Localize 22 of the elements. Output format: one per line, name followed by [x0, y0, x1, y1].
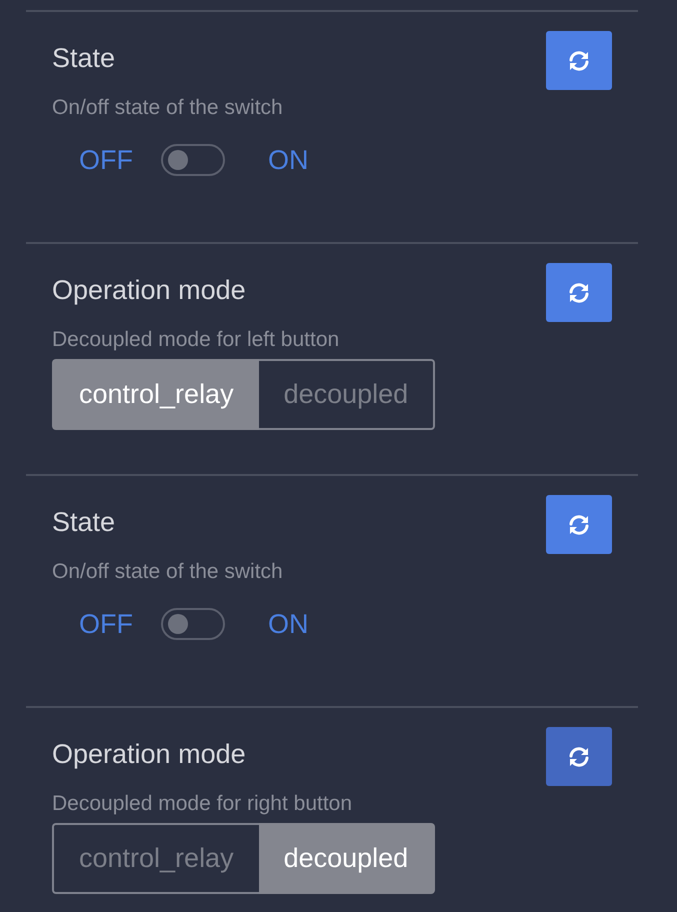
setting-description: On/off state of the switch: [52, 95, 283, 121]
refresh-button[interactable]: [546, 263, 612, 322]
segment-option[interactable]: control_relay: [52, 823, 259, 894]
toggle-switch[interactable]: [161, 144, 225, 176]
setting-description: Decoupled mode for left button: [52, 327, 340, 353]
setting-title: Operation mode: [52, 738, 247, 771]
off-label[interactable]: OFF: [79, 607, 133, 641]
on-label[interactable]: ON: [268, 143, 308, 177]
toggle-switch[interactable]: [161, 608, 225, 640]
refresh-button[interactable]: [546, 31, 612, 90]
segment-option[interactable]: decoupled: [258, 359, 436, 430]
segment-option[interactable]: decoupled: [258, 823, 436, 894]
refresh-button[interactable]: [546, 727, 612, 786]
setting-title: State: [52, 42, 116, 75]
off-label[interactable]: OFF: [79, 143, 133, 177]
refresh-button[interactable]: [546, 495, 612, 554]
segment-option[interactable]: control_relay: [52, 359, 259, 430]
setting-description: On/off state of the switch: [52, 559, 283, 585]
on-label[interactable]: ON: [268, 607, 308, 641]
setting-title: State: [52, 506, 116, 539]
setting-title: Operation mode: [52, 274, 247, 307]
setting-description: Decoupled mode for right button: [52, 791, 352, 817]
